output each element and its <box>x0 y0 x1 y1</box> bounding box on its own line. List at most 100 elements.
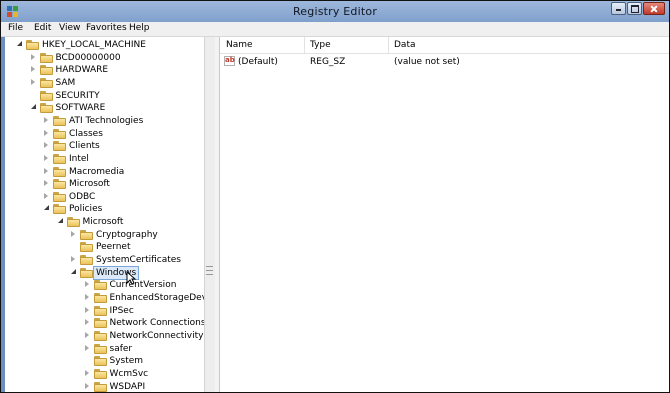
folder-icon <box>93 356 107 367</box>
collapsed-arrow-icon[interactable] <box>44 142 48 149</box>
folder-icon <box>93 343 107 354</box>
folder-icon <box>39 65 53 76</box>
folder-icon <box>93 305 107 316</box>
tree-node-label: Clients <box>69 141 100 152</box>
folder-icon <box>39 77 53 88</box>
folder-icon <box>39 90 53 101</box>
collapsed-arrow-icon[interactable] <box>30 78 35 85</box>
tree-node-label: SECURITY <box>55 90 100 101</box>
tree-node[interactable]: WSDAPI <box>5 381 204 392</box>
menu-view[interactable]: View <box>59 23 80 33</box>
tree-node[interactable]: CurrentVersion <box>5 279 204 291</box>
collapsed-arrow-icon[interactable] <box>44 129 48 136</box>
tree-node[interactable]: NetworkConnectivitySt <box>5 330 204 342</box>
tree-node[interactable]: ATI Technologies <box>5 115 204 127</box>
tree-node[interactable]: SOFTWARE <box>5 102 204 114</box>
tree-node-label: Cryptography <box>96 229 158 240</box>
tree-node[interactable]: WcmSvc <box>5 368 204 380</box>
tree-node[interactable]: Intel <box>5 153 204 165</box>
folder-icon <box>93 280 107 291</box>
values-list-pane[interactable]: Name Type Data ab (Default) REG_SZ (valu… <box>219 37 669 392</box>
folder-icon <box>66 217 80 228</box>
expanded-arrow-icon[interactable] <box>57 218 63 224</box>
title-bar[interactable]: Registry Editor <box>1 1 669 22</box>
column-header: Name Type Data <box>220 37 669 54</box>
collapsed-arrow-icon[interactable] <box>84 382 89 389</box>
value-row[interactable]: ab (Default) REG_SZ (value not set) <box>220 55 669 68</box>
tree-node[interactable]: System <box>5 355 204 367</box>
tree-node-label: Microsoft <box>69 179 110 190</box>
key-tree-pane[interactable]: HKEY_LOCAL_MACHINE BCD00000000 HARDWARE SAM… <box>5 37 204 392</box>
expanded-arrow-icon[interactable] <box>30 104 36 110</box>
tree-node-label: System <box>109 356 144 367</box>
mouse-cursor-icon <box>126 271 136 285</box>
folder-icon <box>80 229 93 240</box>
tree-node[interactable]: Cryptography <box>5 229 204 241</box>
menu-favorites[interactable]: Favorites <box>86 23 127 33</box>
minimize-button[interactable] <box>611 2 626 15</box>
tree-node[interactable]: HKEY_LOCAL_MACHINE <box>5 39 204 51</box>
tree-node[interactable]: Microsoft <box>5 178 204 190</box>
folder-icon <box>39 103 53 114</box>
collapsed-arrow-icon[interactable] <box>84 369 89 376</box>
collapsed-arrow-icon[interactable] <box>71 256 75 263</box>
tree-node[interactable]: EnhancedStorageDevic <box>5 292 204 304</box>
tree-node[interactable]: Network Connections <box>5 317 204 329</box>
collapsed-arrow-icon[interactable] <box>44 192 48 199</box>
tree-node[interactable]: Microsoft <box>5 216 204 228</box>
collapsed-arrow-icon[interactable] <box>44 167 48 174</box>
collapsed-arrow-icon[interactable] <box>84 306 89 313</box>
folder-icon <box>53 115 66 126</box>
collapsed-arrow-icon[interactable] <box>30 66 35 73</box>
tree-node[interactable]: SAM <box>5 77 204 89</box>
tree-node[interactable]: Windows <box>5 265 204 280</box>
tree-node[interactable]: Classes <box>5 128 204 140</box>
tree-node-label: EnhancedStorageDevic <box>109 293 205 303</box>
tree-node[interactable]: Macromedia <box>5 166 204 178</box>
collapsed-arrow-icon[interactable] <box>84 319 89 326</box>
menu-help[interactable]: Help <box>129 23 150 33</box>
collapsed-arrow-icon[interactable] <box>44 154 48 161</box>
tree-node-label: CurrentVersion <box>109 280 177 291</box>
tree-node[interactable]: IPSec <box>5 305 204 317</box>
collapsed-arrow-icon[interactable] <box>84 331 89 338</box>
column-name-header[interactable]: Name <box>226 40 253 50</box>
collapsed-arrow-icon[interactable] <box>84 294 89 300</box>
expanded-arrow-icon[interactable] <box>71 268 76 274</box>
expanded-arrow-icon[interactable] <box>44 205 49 211</box>
tree-node[interactable]: SystemCertificates <box>5 254 204 266</box>
tree-node[interactable]: Peernet <box>5 241 204 253</box>
tree-node-label: Policies <box>69 204 103 215</box>
tree-node[interactable]: BCD00000000 <box>5 52 204 64</box>
tree-node[interactable]: SECURITY <box>5 90 204 102</box>
tree-node[interactable]: safer <box>5 343 204 355</box>
tree-node[interactable]: Policies <box>5 203 204 215</box>
column-data-header[interactable]: Data <box>394 40 416 50</box>
tree-node-label: Intel <box>69 153 89 164</box>
collapsed-arrow-icon[interactable] <box>30 53 35 60</box>
collapsed-arrow-icon[interactable] <box>44 180 48 187</box>
tree-node-label: NetworkConnectivitySt <box>109 330 205 341</box>
tree-node-label: Classes <box>69 128 103 139</box>
splitter-grip-icon <box>206 266 213 275</box>
folder-icon <box>80 255 93 266</box>
collapsed-arrow-icon[interactable] <box>84 344 89 351</box>
maximize-button[interactable] <box>627 2 642 15</box>
tree-node-label: Network Connections <box>109 318 205 329</box>
menu-file[interactable]: File <box>8 23 23 33</box>
menu-bar: File Edit View Favorites Help <box>1 22 669 37</box>
tree-node-label: HKEY_LOCAL_MACHINE <box>42 40 146 50</box>
tree-node[interactable]: HARDWARE <box>5 64 204 76</box>
column-type-header[interactable]: Type <box>310 40 331 50</box>
tree-node[interactable]: ODBC <box>5 191 204 203</box>
tree-node-label: HARDWARE <box>55 65 109 76</box>
menu-edit[interactable]: Edit <box>34 23 51 33</box>
close-button[interactable] <box>643 2 665 15</box>
tree-node-label: IPSec <box>109 305 134 316</box>
collapsed-arrow-icon[interactable] <box>84 281 89 288</box>
tree-node[interactable]: Clients <box>5 140 204 152</box>
expanded-arrow-icon[interactable] <box>17 41 22 46</box>
collapsed-arrow-icon[interactable] <box>71 230 75 237</box>
collapsed-arrow-icon[interactable] <box>44 116 48 123</box>
tree-node-label: SystemCertificates <box>96 255 181 266</box>
